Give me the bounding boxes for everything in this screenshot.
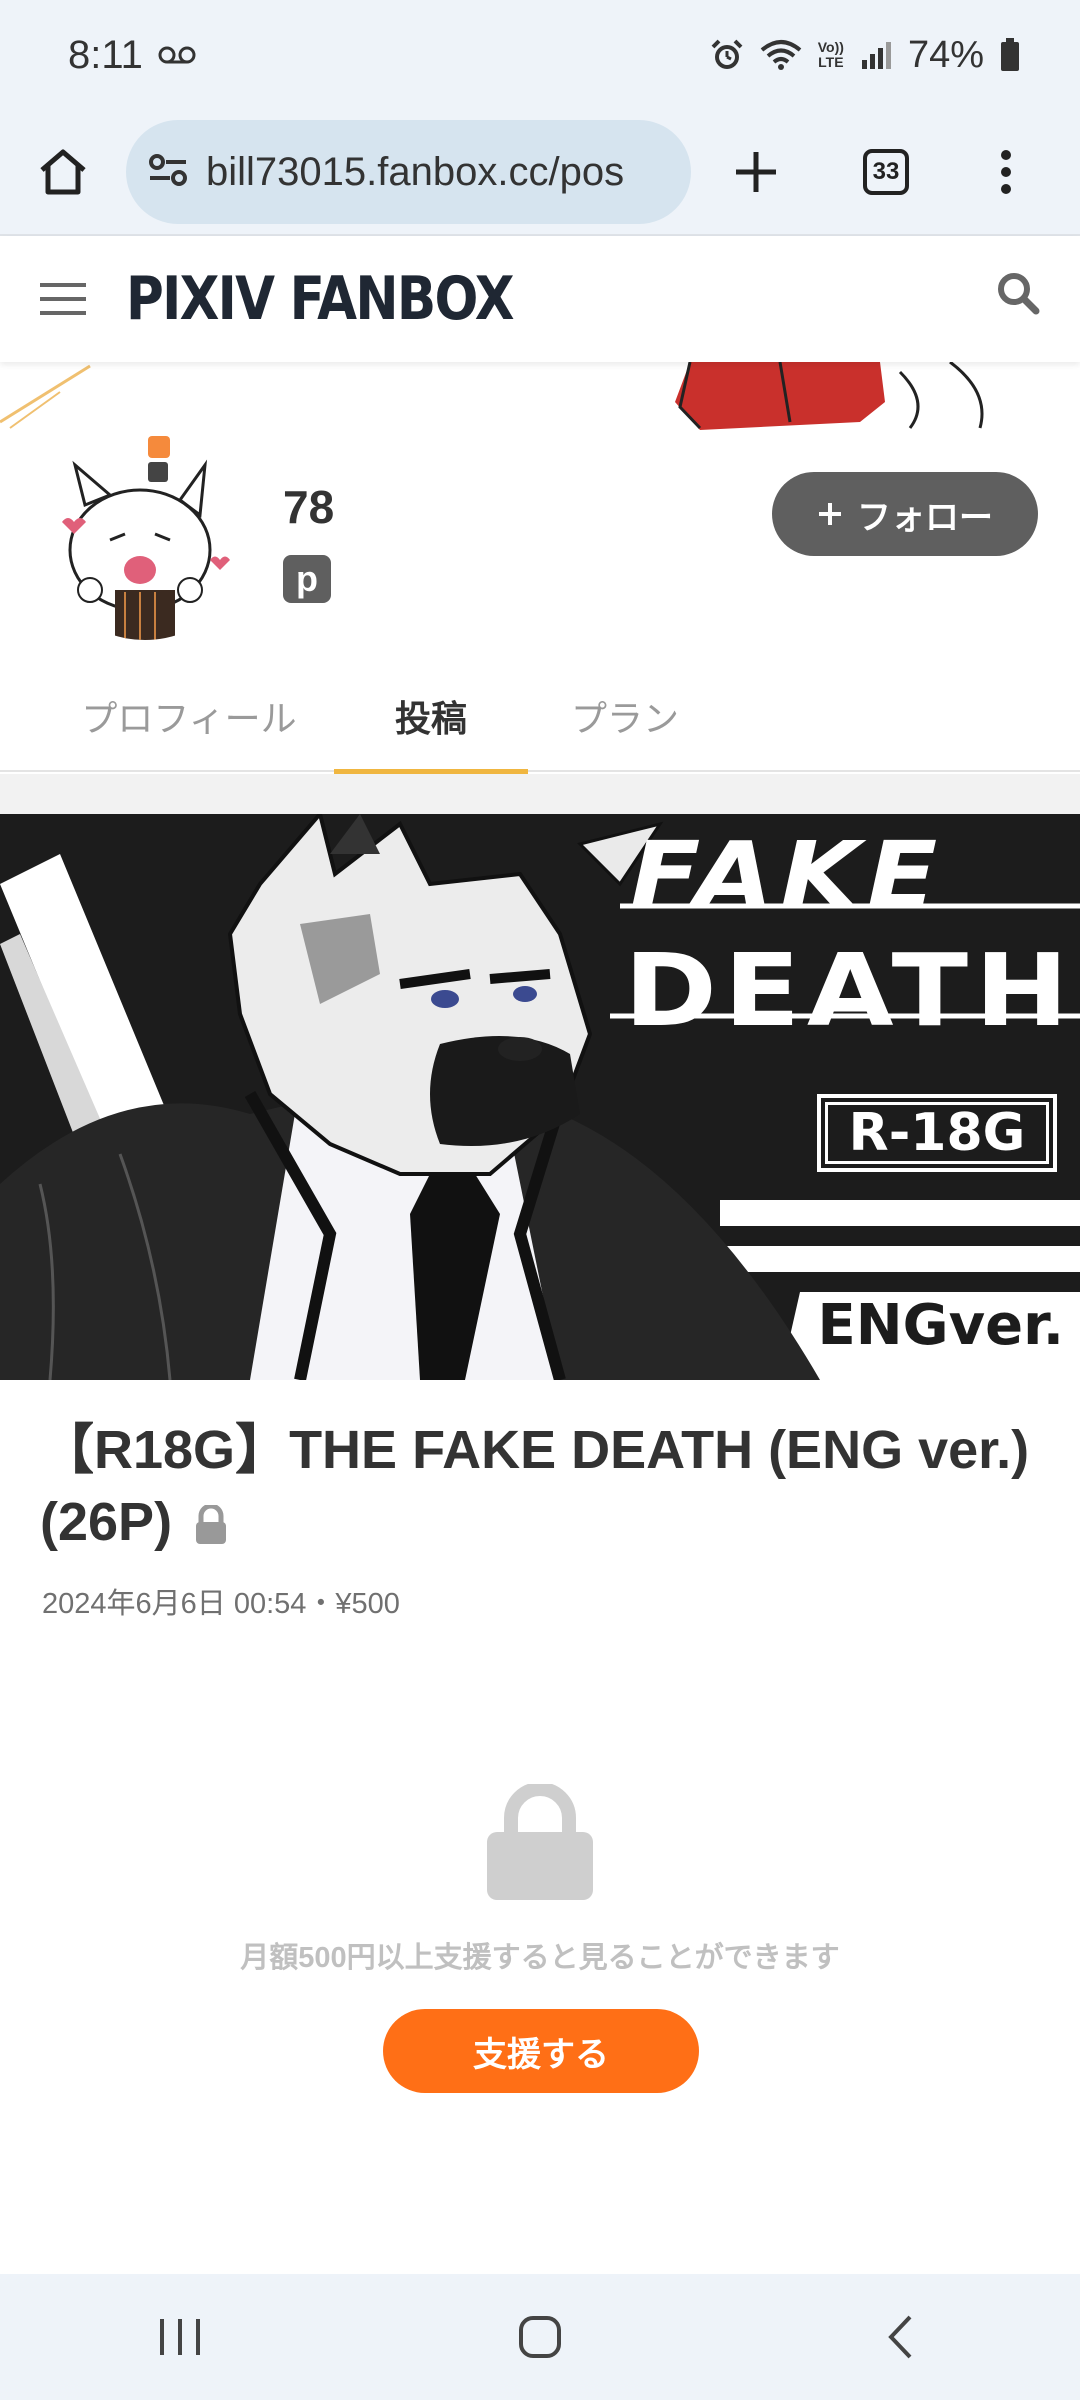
site-header: PIXIV FANBOX [0, 236, 1080, 362]
creator-info: 78 p フォロー [0, 420, 1080, 660]
signal-icon [860, 40, 892, 70]
battery-percent: 74% [907, 33, 984, 76]
status-bar: 8:11 Vo)) LTE 74% [0, 0, 1080, 110]
plus-icon [819, 503, 841, 525]
recent-apps-button[interactable] [80, 2274, 280, 2400]
browser-toolbar: bill73015.fanbox.cc/pos 33 [0, 110, 1080, 236]
post-cover-image[interactable]: FAKE DEATH R-18G ENGver. [0, 814, 1080, 1380]
tab-posts[interactable]: 投稿 [334, 660, 528, 774]
home-nav-button[interactable] [440, 2274, 640, 2400]
system-nav-bar [0, 2274, 1080, 2400]
wifi-icon [760, 38, 802, 72]
volte-label: Vo)) [817, 39, 844, 55]
search-icon [998, 273, 1040, 315]
creator-name[interactable]: 78 [283, 480, 334, 534]
home-icon [40, 149, 86, 195]
alarm-icon [710, 38, 744, 72]
battery-icon [1000, 38, 1020, 72]
tab-profile[interactable]: プロフィール [60, 660, 318, 772]
follow-label: フォロー [857, 498, 993, 537]
creator-tabs: プロフィール 投稿 プラン [0, 660, 1080, 774]
content-divider [0, 774, 1080, 814]
search-button[interactable] [996, 271, 1040, 320]
pixiv-badge-letter: p [296, 558, 318, 599]
hamburger-icon [40, 283, 86, 315]
status-left: 8:11 [68, 33, 197, 78]
post-title[interactable]: 【R18G】THE FAKE DEATH (ENG ver.) (26P) [40, 1414, 1050, 1558]
locked-message: 月額500円以上支援すると見ることができます [240, 1942, 840, 1974]
post-meta: 2024年6月6日 00:54・¥500 [42, 1588, 400, 1620]
pixiv-icon[interactable]: p [283, 555, 331, 603]
tab-label: プロフィール [81, 698, 297, 739]
avatar[interactable] [40, 430, 250, 640]
tab-count: 33 [863, 149, 909, 195]
cover-rating-text: R-18G [825, 1102, 1049, 1164]
post-card: FAKE DEATH R-18G ENGver. 【R18G】THE FAKE … [0, 814, 1080, 2274]
cover-version-label: ENGver. [817, 1293, 1064, 1358]
status-time: 8:11 [68, 32, 143, 77]
tab-plans[interactable]: プラン [528, 660, 722, 772]
site-info-icon[interactable] [148, 153, 188, 192]
back-button[interactable] [800, 2274, 1000, 2400]
tab-switcher-button[interactable]: 33 [821, 109, 951, 235]
tab-label: プラン [570, 698, 679, 739]
lock-icon [196, 1503, 227, 1544]
browser-menu-button[interactable] [951, 109, 1061, 235]
follow-button[interactable]: フォロー [772, 472, 1038, 556]
url-text: bill73015.fanbox.cc/pos [206, 149, 625, 194]
recents-icon [160, 2319, 200, 2355]
volte-icon: Vo)) LTE [818, 40, 844, 70]
support-label: 支援する [473, 2035, 609, 2074]
tab-label: 投稿 [394, 698, 467, 739]
support-button[interactable]: 支援する [383, 2009, 699, 2093]
cover-rating-badge: R-18G [817, 1094, 1057, 1172]
new-tab-button[interactable] [691, 109, 821, 235]
home-circle-icon [519, 2316, 561, 2358]
menu-button[interactable] [0, 236, 126, 362]
more-vert-icon [1001, 150, 1011, 194]
address-bar[interactable]: bill73015.fanbox.cc/pos [126, 120, 691, 224]
post-title-text: 【R18G】THE FAKE DEATH (ENG ver.) (26P) [40, 1420, 1030, 1552]
home-button[interactable] [0, 109, 126, 235]
site-logo[interactable]: PIXIV FANBOX [126, 264, 515, 334]
cover-title-line2: DEATH [624, 932, 1076, 1049]
locked-content-lock-icon [487, 1782, 593, 1905]
lte-label: LTE [818, 54, 844, 70]
back-icon [888, 2315, 912, 2359]
status-right: Vo)) LTE 74% [710, 34, 1020, 77]
voicemail-icon [157, 45, 197, 65]
cover-title-line1: FAKE [630, 822, 944, 929]
plus-icon [736, 152, 776, 192]
